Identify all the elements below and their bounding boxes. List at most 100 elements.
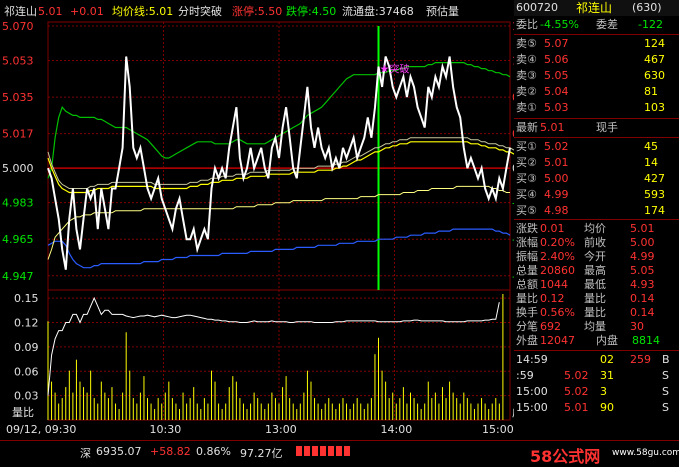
bid-price: 4.99 [544,188,569,201]
tick-price: 5.02 [564,385,589,398]
tick-direction: B [662,353,670,366]
bid-label: 买① [516,140,537,153]
weicha-value: -122 [638,18,663,31]
stock-name: 祁连山 [576,1,613,15]
stock-code-2: (630) [632,1,662,14]
price-tick-label: 4.965 [2,233,34,246]
weibi-value: -4.55% [540,18,579,31]
price-tick-label: 5.053 [2,55,34,68]
tick-extra: 259 [630,353,651,366]
tick-volume: 3 [600,385,607,398]
ask-label: 卖③ [516,69,537,82]
time-tick-label: 15:00 [482,423,514,436]
bid-row: 买③ 5.00 427 [514,171,679,187]
volume-ratio-tick: 0.06 [14,365,39,378]
header-text: 祁连山 [4,4,37,18]
tick-volume: 31 [600,369,614,382]
bid-row: 买② 5.01 14 [514,155,679,171]
tick-time: 15:00 [516,385,548,398]
weicha-label: 委差 [596,18,618,31]
bid-price: 5.02 [544,140,569,153]
signal-star: ★ [380,63,390,76]
bid-volume: 174 [644,204,665,217]
panel-title-row: 600720 祁连山 (630) [514,0,679,16]
ask-price: 5.05 [544,69,569,82]
tick-time: 15:00 [516,401,548,414]
header-text: +0.01 [70,5,104,18]
header-text: 跌停:4.50 [286,4,336,18]
ask-row: 卖④ 5.06 467 [514,52,679,68]
latest-value: 5.01 [540,121,565,134]
header-text: 分时突破 [178,4,222,18]
time-tick-label: 14:00 [381,423,413,436]
ask-price: 5.07 [544,37,569,50]
tick-direction: S [662,401,669,414]
ask-row: 卖② 5.04 81 [514,84,679,100]
volume-ratio-tick: 0.03 [14,390,39,403]
bid-label: 买④ [516,188,537,201]
current-hand-label: 现手 [596,121,618,134]
header-text: 预估量 [426,5,459,18]
outer-inner-row: 外盘 12047 内盘 8814 [514,333,679,349]
tick-row: 15:00 5.02 3 S [514,384,679,400]
outer-label: 外盘 [516,334,538,347]
tick-volume: 02 [600,353,614,366]
bid-volume: 14 [644,156,658,169]
bid-volume: 593 [644,188,665,201]
inner-label: 内盘 [596,334,618,347]
ask-volume: 124 [644,37,665,50]
ask-row: 卖③ 5.05 630 [514,68,679,84]
bid-volume: 427 [644,172,665,185]
bid-row: 买⑤ 4.98 174 [514,203,679,219]
time-tick-label: 09/12, 09:30 [6,423,76,436]
index-name: 深 [80,447,91,460]
tick-row: 14:59 02 259 B [514,352,679,368]
watermark-url: www.58gu.com [612,448,679,458]
tick-price: 5.02 [564,369,589,382]
bid-volume: 45 [644,140,658,153]
volume-ratio-tick: 0.12 [14,317,39,330]
outer-value: 12047 [540,334,575,347]
inner-value: 8814 [632,334,660,347]
bid-row: 买④ 4.99 593 [514,187,679,203]
tick-row: :59 5.02 31 S [514,368,679,384]
ask-row: 卖⑤ 5.07 124 [514,36,679,52]
weibi-row: 委比 -4.55% 委差 -122 [514,17,679,33]
ask-price: 5.06 [544,53,569,66]
bid-label: 买③ [516,172,537,185]
bid-label: 买⑤ [516,204,537,217]
stock-code: 600720 [516,1,558,14]
price-tick-label: 5.000 [2,162,34,175]
index-amount: 97.27亿 [240,447,283,460]
ask-volume: 630 [644,69,665,82]
price-tick-label: 5.017 [2,128,34,141]
ask-label: 卖⑤ [516,37,537,50]
tick-row: 15:00 5.01 90 S [514,400,679,416]
price-tick-label: 4.983 [2,197,34,210]
signal-label: 突破 [390,63,410,76]
time-tick-label: 13:00 [265,423,297,436]
ask-volume: 81 [644,85,658,98]
ask-volume: 103 [644,101,665,114]
tick-time: :59 [516,369,534,382]
index-pct: 0.86% [196,445,231,458]
tick-direction: S [662,369,669,382]
volume-ratio-tick: 0.15 [14,292,39,305]
price-tick-label: 5.070 [2,20,34,33]
quote-panel: 600720 祁连山 (630) 委比 -4.55% 委差 -122 卖⑤ 5.0… [514,0,679,440]
header-text: 流通盘:37468 [342,4,414,18]
chart-area[interactable]: 祁连山 5.01 +0.01 均价线:5.01 分时突破 涨停:5.50 跌停:4.50 流通… [0,0,514,440]
tick-direction: S [662,385,669,398]
ask-label: 卖④ [516,53,537,66]
latest-label: 最新 [516,121,538,134]
index-value: 6935.07 [96,445,142,458]
volume-ratio-label: 量比 [12,406,34,419]
bid-row: 买① 5.02 45 [514,139,679,155]
ask-volume: 467 [644,53,665,66]
tick-price: 5.01 [564,401,589,414]
ask-price: 5.04 [544,85,569,98]
tick-volume: 90 [600,401,614,414]
latest-row: 最新 5.01 现手 [514,120,679,136]
weibi-label: 委比 [516,18,538,31]
bid-price: 5.00 [544,172,569,185]
